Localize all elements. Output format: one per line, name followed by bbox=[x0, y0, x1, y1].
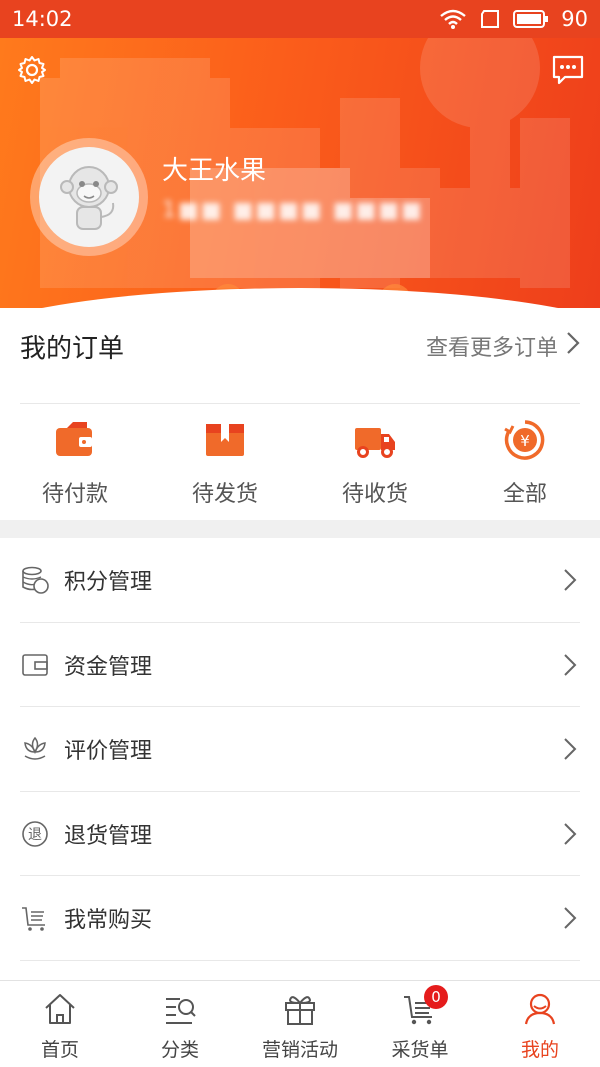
order-pending-shipment[interactable]: 待发货 bbox=[150, 410, 300, 520]
nav-category[interactable]: 分类 bbox=[120, 981, 240, 1067]
cart-list-icon bbox=[20, 903, 50, 933]
sim-card-icon bbox=[479, 9, 501, 29]
order-pending-shipment-label: 待发货 bbox=[191, 482, 258, 507]
orders-divider bbox=[20, 403, 580, 404]
status-bar: 14:02 90 bbox=[0, 0, 600, 38]
menu-return-management-label: 退货管理 bbox=[64, 823, 153, 849]
nav-mine-label: 我的 bbox=[520, 1039, 559, 1061]
menu-frequent-purchases-label: 我常购买 bbox=[64, 908, 153, 934]
chevron-right-icon bbox=[560, 566, 580, 594]
yuan-circle-icon: ¥ bbox=[503, 418, 547, 462]
view-more-orders-link[interactable]: 查看更多订单 bbox=[426, 330, 580, 362]
chevron-right-icon bbox=[566, 331, 580, 361]
user-phone: 1■■ ■■■■ ■■■■ bbox=[162, 198, 424, 223]
user-icon bbox=[520, 989, 560, 1029]
nav-home[interactable]: 首页 bbox=[0, 981, 120, 1067]
category-search-icon bbox=[160, 989, 200, 1029]
user-name: 大王水果 bbox=[162, 156, 267, 186]
order-status-shortcuts: 待付款 待发货 待收货 ¥ 全部 bbox=[0, 410, 600, 520]
bottom-navigation: 首页 分类 营销活动 0 采货单 我的 bbox=[0, 980, 600, 1067]
status-icons: 90 bbox=[439, 7, 588, 31]
messages-button[interactable] bbox=[550, 54, 586, 90]
cart-count-badge: 0 bbox=[424, 985, 448, 1009]
gear-icon bbox=[16, 54, 48, 90]
order-pending-payment-label: 待付款 bbox=[41, 482, 108, 507]
wallet-outline-icon bbox=[20, 650, 50, 680]
nav-mine[interactable]: 我的 bbox=[480, 981, 600, 1067]
nav-marketing[interactable]: 营销活动 bbox=[240, 981, 360, 1067]
profile-header: 大王水果 1■■ ■■■■ ■■■■ bbox=[0, 38, 600, 308]
order-all-label: 全部 bbox=[502, 482, 547, 507]
menu-funds-management[interactable]: 资金管理 bbox=[0, 623, 600, 708]
lotus-icon bbox=[20, 734, 50, 764]
home-icon bbox=[40, 989, 80, 1029]
return-icon-glyph: 退 bbox=[28, 827, 42, 843]
menu-return-management[interactable]: 退 退货管理 bbox=[0, 792, 600, 877]
menu-review-management[interactable]: 评价管理 bbox=[0, 707, 600, 792]
svg-text:¥: ¥ bbox=[520, 432, 530, 450]
order-pending-payment[interactable]: 待付款 bbox=[0, 410, 150, 520]
my-orders-header: 我的订单 查看更多订单 bbox=[0, 310, 600, 382]
menu-review-management-label: 评价管理 bbox=[64, 739, 153, 765]
battery-icon bbox=[513, 9, 549, 29]
order-all[interactable]: ¥ 全部 bbox=[450, 410, 600, 520]
nav-category-label: 分类 bbox=[160, 1039, 199, 1061]
avatar-ring[interactable] bbox=[30, 138, 148, 256]
chevron-right-icon bbox=[560, 904, 580, 932]
menu-funds-management-label: 资金管理 bbox=[64, 654, 153, 680]
monkey-mascot-icon bbox=[60, 166, 118, 230]
nav-marketing-label: 营销活动 bbox=[261, 1039, 338, 1061]
truck-icon bbox=[353, 418, 397, 462]
nav-purchase-list-label: 采货单 bbox=[391, 1039, 449, 1061]
menu-frequent-purchases[interactable]: 我常购买 bbox=[0, 876, 600, 961]
settings-button[interactable] bbox=[14, 54, 50, 90]
order-pending-receipt[interactable]: 待收货 bbox=[300, 410, 450, 520]
gift-icon bbox=[280, 989, 320, 1029]
order-pending-receipt-label: 待收货 bbox=[341, 482, 408, 507]
menu-points-management-label: 积分管理 bbox=[64, 570, 153, 596]
account-menu: 积分管理 资金管理 评价管理 退 退货管理 我常购买 bbox=[0, 538, 600, 961]
wallet-icon bbox=[53, 418, 97, 462]
avatar bbox=[39, 147, 139, 247]
chevron-right-icon bbox=[560, 651, 580, 679]
chat-bubble-icon bbox=[551, 54, 585, 90]
my-orders-title: 我的订单 bbox=[20, 333, 125, 364]
status-time: 14:02 bbox=[12, 7, 73, 31]
chevron-right-icon bbox=[560, 735, 580, 763]
chevron-right-icon bbox=[560, 820, 580, 848]
battery-level: 90 bbox=[561, 7, 588, 31]
coins-icon bbox=[20, 565, 50, 595]
section-separator bbox=[0, 520, 600, 538]
view-more-orders-label: 查看更多订单 bbox=[425, 336, 558, 361]
return-icon: 退 bbox=[20, 819, 50, 849]
box-icon bbox=[203, 418, 247, 462]
nav-purchase-list[interactable]: 0 采货单 bbox=[360, 981, 480, 1067]
nav-home-label: 首页 bbox=[40, 1039, 79, 1061]
menu-points-management[interactable]: 积分管理 bbox=[0, 538, 600, 623]
wifi-icon bbox=[439, 8, 467, 30]
